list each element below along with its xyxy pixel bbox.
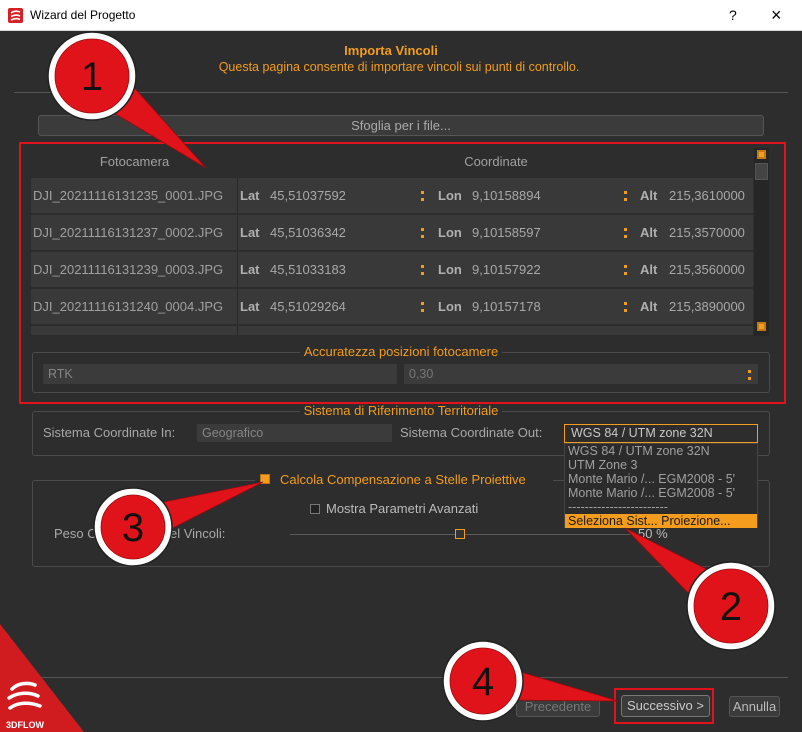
brand-corner: 3DFLOW	[0, 624, 84, 732]
dropdown-option[interactable]: Seleziona Sist... Proiezione...	[565, 514, 757, 528]
weight-label-end: el Vincoli:	[170, 526, 226, 541]
advanced-params-label[interactable]: Mostra Parametri Avanzati	[326, 501, 478, 517]
crs-group-title: Sistema di Riferimento Territoriale	[299, 403, 503, 418]
crs-out-dropdown[interactable]: WGS 84 / UTM zone 32N	[564, 424, 758, 443]
close-button[interactable]: ×	[771, 0, 782, 30]
crs-in-label: Sistema Coordinate In:	[43, 425, 176, 440]
callout-4: 4	[442, 640, 524, 722]
crs-out-label: Sistema Coordinate Out:	[400, 425, 543, 440]
weight-label-start: Peso C	[54, 526, 97, 541]
dropdown-option[interactable]: UTM Zone 3	[565, 458, 757, 472]
dropdown-option: ------------------------	[568, 500, 668, 514]
callout-2: 2	[686, 561, 776, 651]
header-divider	[14, 92, 788, 93]
page-subtitle: Questa pagina consente di importare vinc…	[218, 60, 580, 74]
weight-slider-handle[interactable]	[455, 529, 465, 539]
advanced-params-checkbox[interactable]	[310, 504, 320, 514]
footer-divider	[14, 677, 788, 678]
weight-value: 50 %	[638, 526, 668, 541]
page-title: Importa Vincoli	[344, 43, 438, 58]
title-bar: Wizard del Progetto ? ×	[0, 0, 802, 31]
dropdown-option[interactable]: Monte Mario /... EGM2008 - 5'	[565, 486, 757, 500]
dropdown-option[interactable]: WGS 84 / UTM zone 32N	[565, 444, 757, 458]
crs-in-field[interactable]: Geografico	[197, 424, 392, 442]
window-title: Wizard del Progetto	[30, 8, 136, 22]
brand-logo-text: 3DFLOW	[6, 720, 45, 730]
previous-button[interactable]: Precedente	[516, 696, 600, 717]
app-logo-icon	[8, 8, 23, 23]
crs-dropdown-list[interactable]: WGS 84 / UTM zone 32N UTM Zone 3 Monte M…	[564, 443, 758, 528]
annotation-next-highlight	[614, 688, 714, 724]
compensation-label[interactable]: Calcola Compensazione a Stelle Proiettiv…	[280, 472, 526, 488]
dropdown-option[interactable]: Monte Mario /... EGM2008 - 5'	[565, 472, 757, 486]
callout-2-number: 2	[720, 585, 742, 629]
browse-files-button[interactable]: Sfoglia per i file...	[38, 115, 764, 136]
callout-4-number: 4	[472, 660, 494, 704]
compensation-checkbox[interactable]	[260, 474, 270, 484]
help-button[interactable]: ?	[729, 0, 737, 31]
cancel-button[interactable]: Annulla	[729, 696, 780, 717]
annotation-table-highlight	[19, 142, 786, 404]
